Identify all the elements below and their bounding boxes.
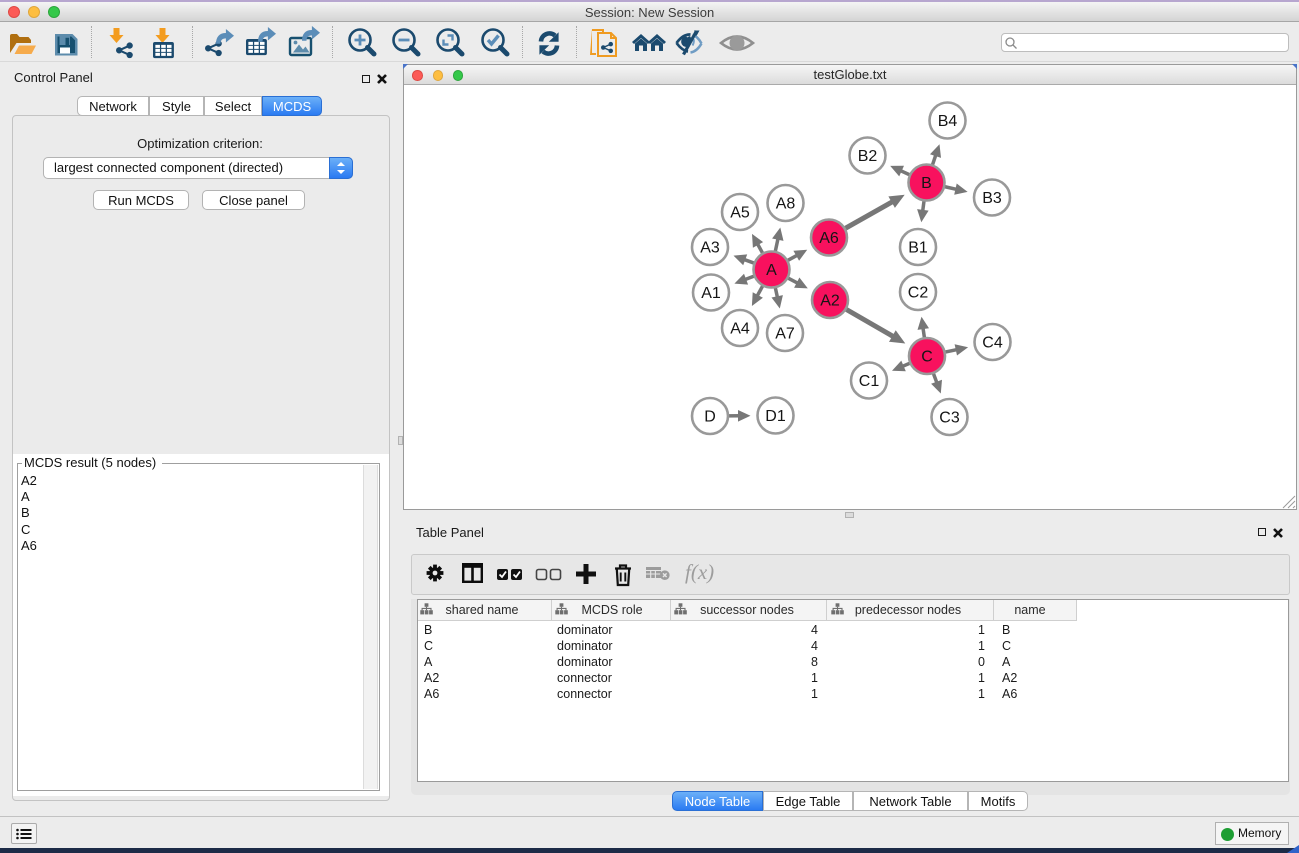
- svg-text:A7: A7: [775, 326, 795, 343]
- svg-text:A1: A1: [701, 285, 721, 302]
- svg-text:A: A: [766, 262, 777, 279]
- svg-text:D1: D1: [765, 408, 786, 425]
- svg-text:C3: C3: [939, 410, 960, 427]
- svg-text:C2: C2: [908, 285, 929, 302]
- svg-text:B3: B3: [982, 190, 1002, 207]
- svg-text:A6: A6: [819, 230, 839, 247]
- svg-text:A2: A2: [820, 293, 840, 310]
- svg-text:C1: C1: [859, 373, 880, 390]
- svg-text:A5: A5: [730, 205, 750, 222]
- svg-text:B4: B4: [938, 113, 958, 130]
- svg-text:A8: A8: [776, 196, 796, 213]
- svg-text:B1: B1: [908, 240, 928, 257]
- svg-text:A4: A4: [730, 321, 750, 338]
- svg-text:D: D: [704, 409, 716, 426]
- svg-text:B2: B2: [858, 148, 878, 165]
- svg-text:C4: C4: [982, 335, 1003, 352]
- svg-text:C: C: [921, 349, 933, 366]
- svg-text:A3: A3: [700, 240, 720, 257]
- svg-text:B: B: [921, 175, 932, 192]
